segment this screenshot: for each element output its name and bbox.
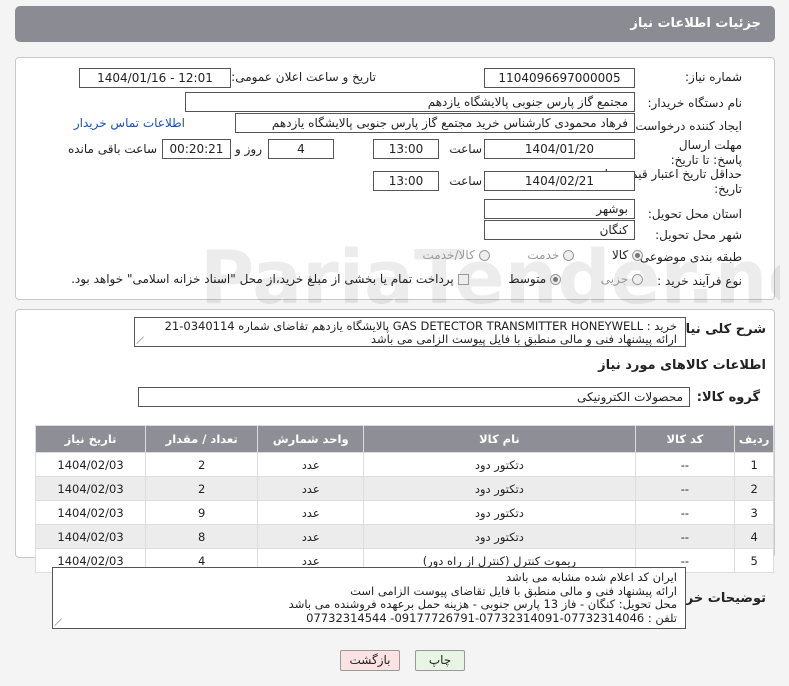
price-validity-date-field: 1404/02/21 (484, 171, 635, 191)
description-label: شرح کلی نیاز: (672, 322, 766, 337)
page-title: جزئیات اطلاعات نیاز (630, 16, 761, 31)
remaining-time-label: ساعت باقی مانده (67, 142, 157, 156)
price-validity-time-label: ساعت (449, 174, 482, 188)
province-label: استان محل تحویل: (647, 207, 742, 221)
resize-handle-icon[interactable] (137, 334, 147, 344)
table-row[interactable]: 3 -- دتکتور دود عدد 9 1404/02/03 (34, 500, 774, 525)
back-button[interactable]: بازگشت (340, 650, 400, 671)
purchase-type-options: جزیی متوسط پرداخت تمام یا بخشی از مبلغ خ… (71, 272, 643, 286)
buyer-contact-link[interactable]: اطلاعات تماس خریدار (74, 116, 185, 130)
purchase-type-label: نوع فرآیند خرید : (657, 274, 742, 288)
treasury-payment-option[interactable]: پرداخت تمام یا بخشی از مبلغ خرید،از محل … (71, 272, 469, 286)
send-deadline-time-field: 13:00 (373, 139, 439, 159)
table-row[interactable]: 2 -- دتکتور دود عدد 2 1404/02/03 (34, 476, 774, 501)
city-field: کنگان (484, 220, 635, 240)
category-label: طبقه بندی موضوعی: (635, 250, 742, 264)
table-header-row: ردیف کد کالا نام کالا واحد شمارش تعداد /… (34, 425, 774, 453)
need-number-label: شماره نیاز: (685, 70, 742, 84)
radio-button-selected[interactable] (549, 274, 561, 285)
column-header-code: کد کالا (634, 425, 736, 453)
price-validity-time-field: 13:00 (373, 171, 439, 191)
city-label: شهر محل تحویل: (655, 228, 742, 242)
column-header-unit: واحد شمارش (257, 425, 365, 453)
page-header: جزئیات اطلاعات نیاز (15, 6, 775, 42)
announce-datetime-label: تاریخ و ساعت اعلان عمومی: (231, 70, 376, 84)
category-option-goods[interactable]: کالا (612, 248, 643, 262)
need-number-field: 1104096697000005 (484, 68, 635, 88)
purchase-type-option-medium[interactable]: متوسط (508, 272, 561, 286)
goods-group-label: گروه کالا: (696, 390, 760, 405)
column-header-quantity: تعداد / مقدار (145, 425, 259, 453)
column-header-date: تاریخ نیاز (34, 425, 147, 453)
radio-button[interactable] (563, 250, 575, 261)
remaining-time-field: 00:20:21 (162, 139, 231, 159)
description-textarea: خرید : GAS DETECTOR TRANSMITTER HONEYWEL… (134, 317, 686, 347)
radio-button-selected[interactable] (632, 250, 643, 261)
print-button[interactable]: چاپ (415, 650, 465, 671)
send-deadline-date-field: 1404/01/20 (484, 139, 635, 159)
days-label: روز و (235, 142, 262, 156)
buyer-org-label: نام دستگاه خریدار: (647, 96, 743, 110)
days-remaining-field: 4 (268, 139, 334, 159)
category-option-goods-service[interactable]: کالا/خدمت (423, 248, 490, 262)
announce-datetime-field: 1404/01/16 - 12:01 (79, 68, 231, 88)
send-deadline-time-label: ساعت (449, 142, 482, 156)
requester-label: ایجاد کننده درخواست: (631, 119, 742, 133)
resize-handle-icon[interactable] (55, 616, 65, 626)
goods-group-field: محصولات الکترونیکی (138, 387, 690, 407)
province-field: بوشهر (484, 199, 635, 219)
radio-button[interactable] (632, 274, 643, 285)
category-option-service[interactable]: خدمت (527, 248, 575, 262)
table-row[interactable]: 1 -- دتکتور دود عدد 2 1404/02/03 (34, 452, 774, 477)
send-deadline-label: مهلت ارسال پاسخ: تا تاریخ: (670, 138, 742, 167)
purchase-type-option-minor[interactable]: جزیی (601, 272, 643, 286)
goods-section-title: اطلاعات کالاهای مورد نیاز (598, 358, 766, 373)
column-header-name: نام کالا (363, 425, 636, 453)
table-row[interactable]: 4 -- دتکتور دود عدد 8 1404/02/03 (34, 524, 774, 549)
checkbox[interactable] (457, 274, 469, 285)
buyer-notes-textarea: ایران کد اعلام شده مشابه می باشد ارائه پ… (52, 567, 686, 629)
buyer-org-field: مجتمع گاز پارس جنوبی پالایشگاه یازدهم (185, 92, 635, 112)
column-header-row-number: ردیف (734, 425, 774, 453)
category-options: کالا خدمت کالا/خدمت (423, 248, 643, 262)
radio-button[interactable] (478, 250, 490, 261)
goods-table: ردیف کد کالا نام کالا واحد شمارش تعداد /… (34, 425, 774, 573)
requester-field: فرهاد محمودی کارشناس خرید مجتمع گاز پارس… (235, 113, 635, 133)
